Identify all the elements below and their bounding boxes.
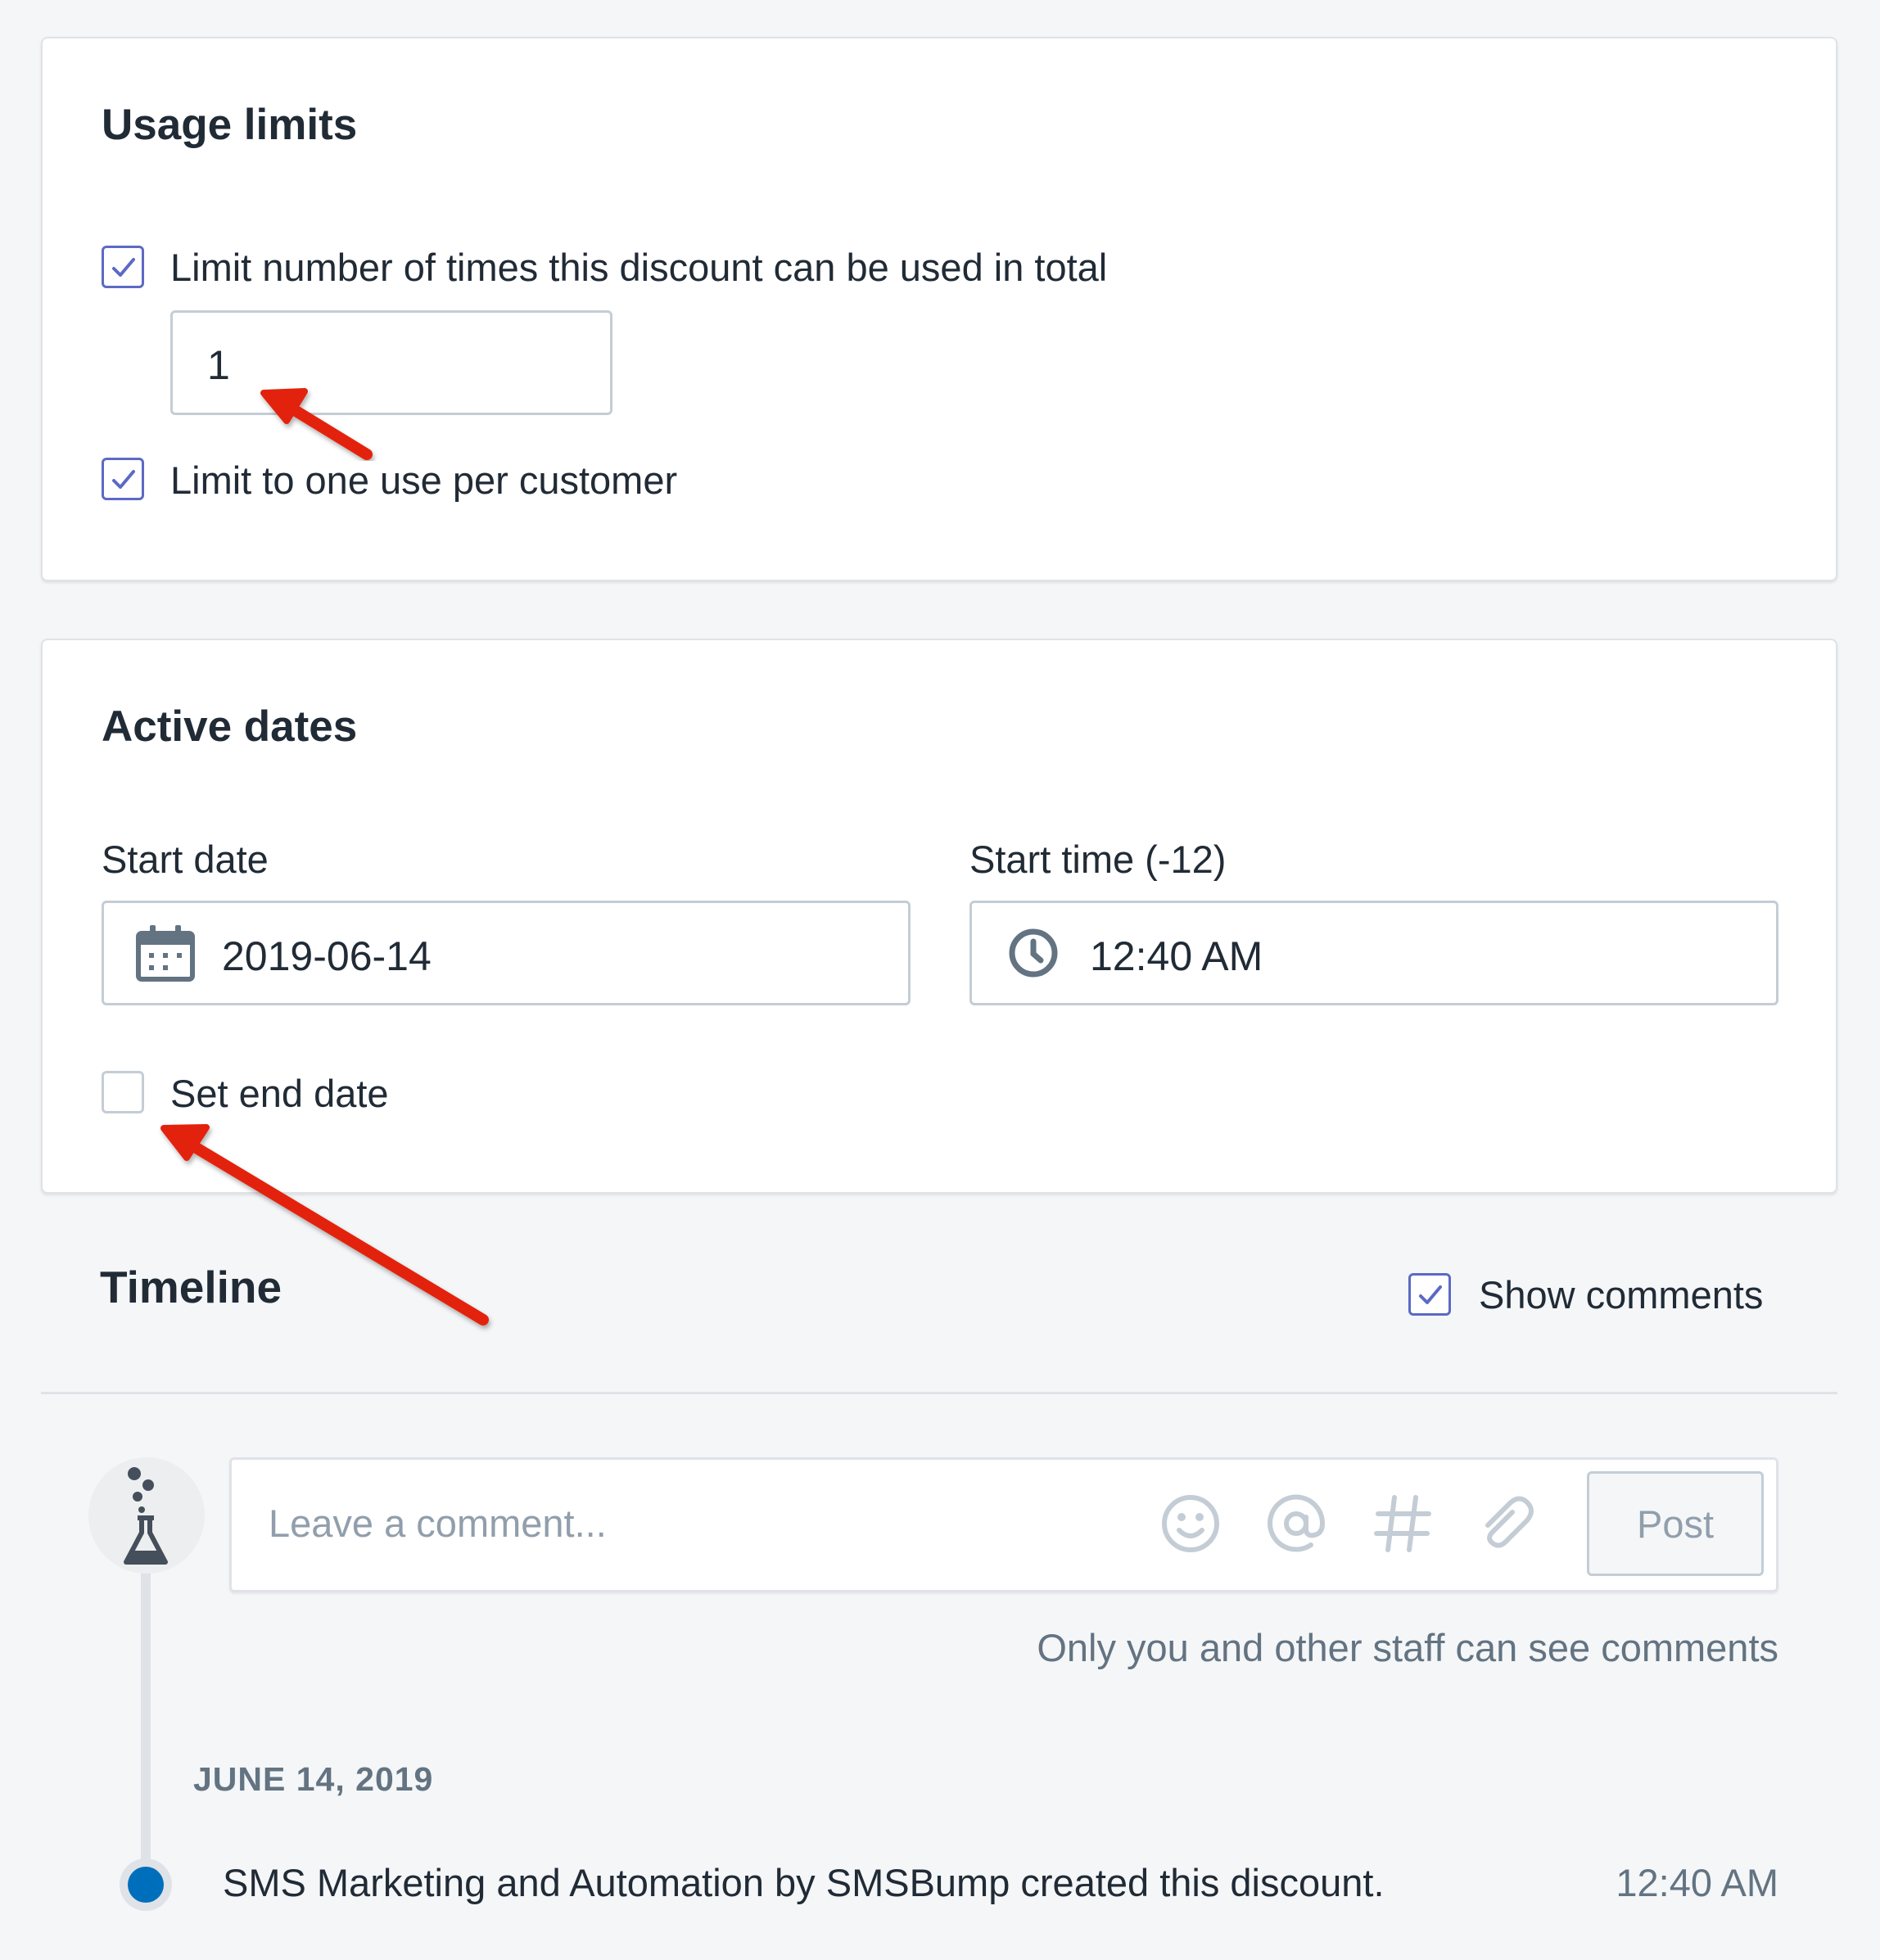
limit-total-checkbox[interactable] [102, 246, 144, 288]
start-time-value: 12:40 AM [1090, 933, 1263, 979]
limit-per-customer-label: Limit to one use per customer [170, 458, 678, 502]
active-dates-card: Active dates Start date 2019-06-14 Start… [41, 639, 1837, 1194]
hashtag-icon[interactable] [1372, 1493, 1434, 1555]
start-date-input[interactable]: 2019-06-14 [102, 901, 911, 1005]
clock-icon [1009, 928, 1058, 978]
start-date-label: Start date [102, 838, 269, 881]
limit-total-label: Limit number of times this discount can … [170, 246, 1108, 289]
usage-limit-input[interactable]: 1 [170, 310, 612, 415]
start-time-input[interactable]: 12:40 AM [969, 901, 1778, 1005]
avatar [88, 1457, 205, 1574]
usage-limits-card: Usage limits Limit number of times this … [41, 37, 1837, 581]
event-dot [120, 1858, 172, 1911]
show-comments-checkbox[interactable] [1408, 1273, 1451, 1316]
checkmark-icon [1419, 1285, 1442, 1304]
set-end-date-checkbox[interactable] [102, 1071, 144, 1113]
event-text: SMS Marketing and Automation by SMSBump … [223, 1861, 1385, 1904]
post-button[interactable]: Post [1587, 1471, 1764, 1576]
calendar-icon [136, 925, 195, 982]
flask-icon [124, 1467, 168, 1565]
checkmark-icon [112, 258, 135, 277]
usage-limits-title: Usage limits [102, 101, 358, 149]
timeline-title: Timeline [100, 1262, 282, 1312]
start-time-label: Start time (-12) [969, 838, 1227, 881]
start-date-value: 2019-06-14 [222, 933, 432, 979]
staff-note: Only you and other staff can see comment… [1037, 1626, 1778, 1669]
mention-icon[interactable] [1265, 1493, 1327, 1555]
show-comments-label: Show comments [1479, 1273, 1764, 1316]
timeline-line [141, 1572, 151, 1875]
comment-input[interactable]: Leave a comment... [269, 1501, 607, 1546]
limit-per-customer-checkbox[interactable] [102, 458, 144, 500]
checkmark-icon [112, 470, 135, 489]
attachment-icon[interactable] [1476, 1493, 1539, 1555]
timeline-divider [41, 1392, 1837, 1394]
active-dates-title: Active dates [102, 702, 358, 751]
set-end-date-label: Set end date [170, 1072, 389, 1115]
event-time: 12:40 AM [1616, 1861, 1778, 1904]
usage-limit-value: 1 [207, 342, 230, 388]
emoji-icon[interactable] [1159, 1493, 1222, 1555]
date-heading: JUNE 14, 2019 [193, 1760, 434, 1798]
comment-box[interactable]: Leave a comment... Post [229, 1457, 1778, 1592]
